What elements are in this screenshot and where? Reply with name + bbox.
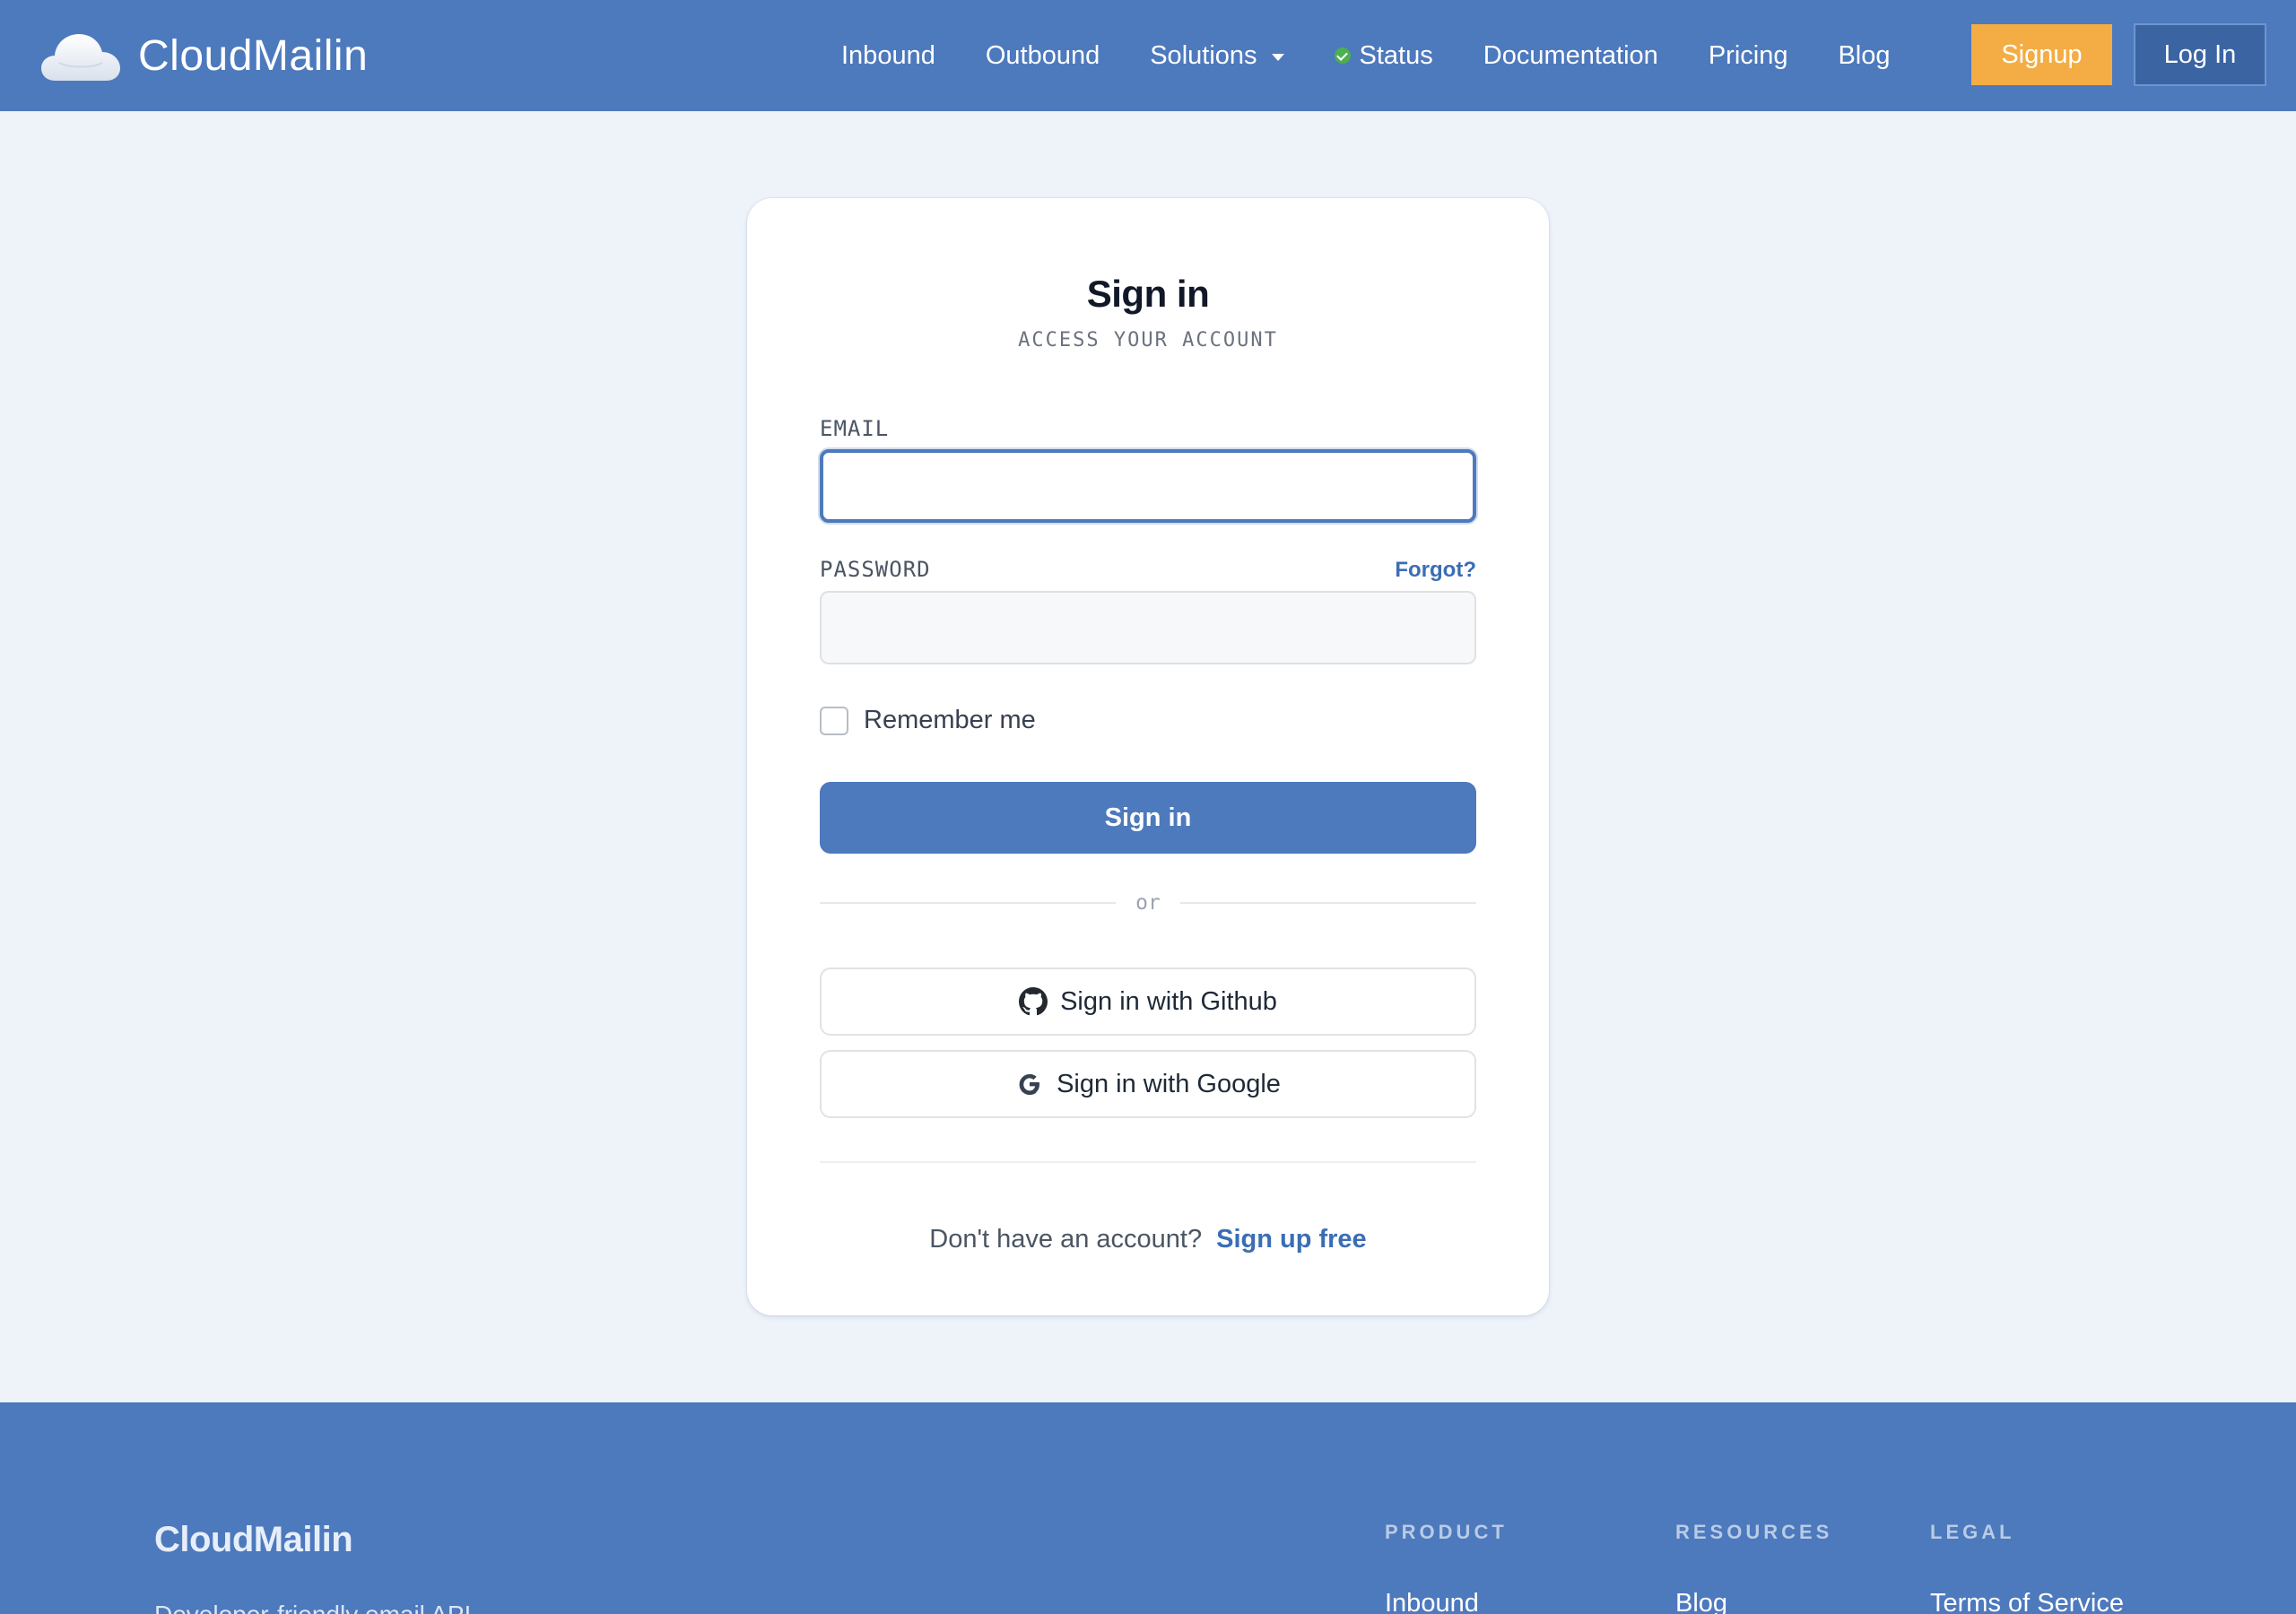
email-field[interactable] xyxy=(820,449,1476,523)
footer-link-blog[interactable]: Blog xyxy=(1675,1589,1832,1614)
nav-pricing-label: Pricing xyxy=(1708,40,1788,70)
signup-prompt-text: Don't have an account? xyxy=(929,1225,1203,1254)
signup-button[interactable]: Signup xyxy=(1971,24,2112,85)
footer-heading-legal: LEGAL xyxy=(1930,1521,2015,1543)
nav-blog-label: Blog xyxy=(1838,40,1891,70)
login-button[interactable]: Log In xyxy=(2134,23,2266,86)
email-label: EMAIL xyxy=(820,416,890,441)
forgot-password-link[interactable]: Forgot? xyxy=(1395,558,1476,583)
divider-line-left xyxy=(820,902,1117,904)
footer-heading-product: PRODUCT xyxy=(1385,1521,1508,1543)
nav-pricing[interactable]: Pricing xyxy=(1709,41,1788,71)
brand-name: CloudMailin xyxy=(138,31,369,80)
page-subtitle: ACCESS YOUR ACCOUNT xyxy=(1018,329,1278,351)
footer-tagline: Developer-friendly email API xyxy=(154,1601,471,1614)
signup-prompt-row: Don't have an account? Sign up free xyxy=(747,1225,1549,1254)
google-signin-button[interactable]: Sign in with Google xyxy=(820,1050,1476,1118)
signin-card: Sign in ACCESS YOUR ACCOUNT EMAIL PASSWO… xyxy=(747,198,1549,1315)
footer-column-product: PRODUCT Inbound xyxy=(1385,1521,1508,1614)
footer-column-legal: LEGAL Terms of Service xyxy=(1930,1521,2124,1614)
remember-me-label: Remember me xyxy=(864,706,1036,734)
or-divider: or xyxy=(820,891,1477,915)
main-nav: Inbound Outbound Solutions Status Docume… xyxy=(841,0,1941,111)
footer-heading-resources: RESOURCES xyxy=(1675,1521,1833,1543)
check-circle-icon xyxy=(1334,48,1351,64)
cloud-logo-icon xyxy=(41,34,120,81)
google-signin-label: Sign in with Google xyxy=(1057,1069,1281,1098)
signup-free-link[interactable]: Sign up free xyxy=(1216,1225,1367,1254)
password-field[interactable] xyxy=(820,591,1476,664)
password-label: PASSWORD xyxy=(820,557,931,582)
github-icon xyxy=(1019,987,1048,1016)
footer-column-resources: RESOURCES Blog xyxy=(1675,1521,1832,1614)
caret-down-icon xyxy=(1271,54,1284,61)
top-navbar: CloudMailin Inbound Outbound Solutions S… xyxy=(0,0,2296,111)
card-separator xyxy=(820,1161,1476,1163)
nav-blog[interactable]: Blog xyxy=(1838,41,1890,71)
nav-documentation-label: Documentation xyxy=(1483,40,1658,70)
nav-solutions-dropdown[interactable]: Solutions xyxy=(1150,40,1284,71)
divider-text: or xyxy=(1135,891,1161,915)
google-icon xyxy=(1019,1073,1040,1095)
signin-submit-button[interactable]: Sign in xyxy=(820,782,1476,854)
nav-status-label: Status xyxy=(1359,40,1433,70)
footer-brand-name: CloudMailin xyxy=(154,1520,353,1559)
page-title: Sign in xyxy=(1086,273,1210,315)
brand-home-link[interactable]: CloudMailin xyxy=(39,23,368,88)
github-signin-label: Sign in with Github xyxy=(1060,986,1277,1016)
remember-me-row[interactable]: Remember me xyxy=(820,706,1036,735)
nav-inbound[interactable]: Inbound xyxy=(841,41,935,71)
site-footer: CloudMailin Developer-friendly email API… xyxy=(0,1402,2296,1614)
nav-inbound-label: Inbound xyxy=(841,40,935,70)
divider-line-right xyxy=(1179,902,1477,904)
footer-link-terms[interactable]: Terms of Service xyxy=(1930,1589,2124,1614)
nav-solutions-label: Solutions xyxy=(1150,40,1257,70)
github-signin-button[interactable]: Sign in with Github xyxy=(820,968,1476,1036)
nav-outbound-label: Outbound xyxy=(985,40,1100,70)
nav-documentation[interactable]: Documentation xyxy=(1483,41,1658,71)
footer-link-inbound[interactable]: Inbound xyxy=(1385,1589,1508,1614)
nav-outbound[interactable]: Outbound xyxy=(986,41,1100,71)
remember-me-checkbox[interactable] xyxy=(820,706,848,735)
nav-status[interactable]: Status xyxy=(1334,40,1433,71)
